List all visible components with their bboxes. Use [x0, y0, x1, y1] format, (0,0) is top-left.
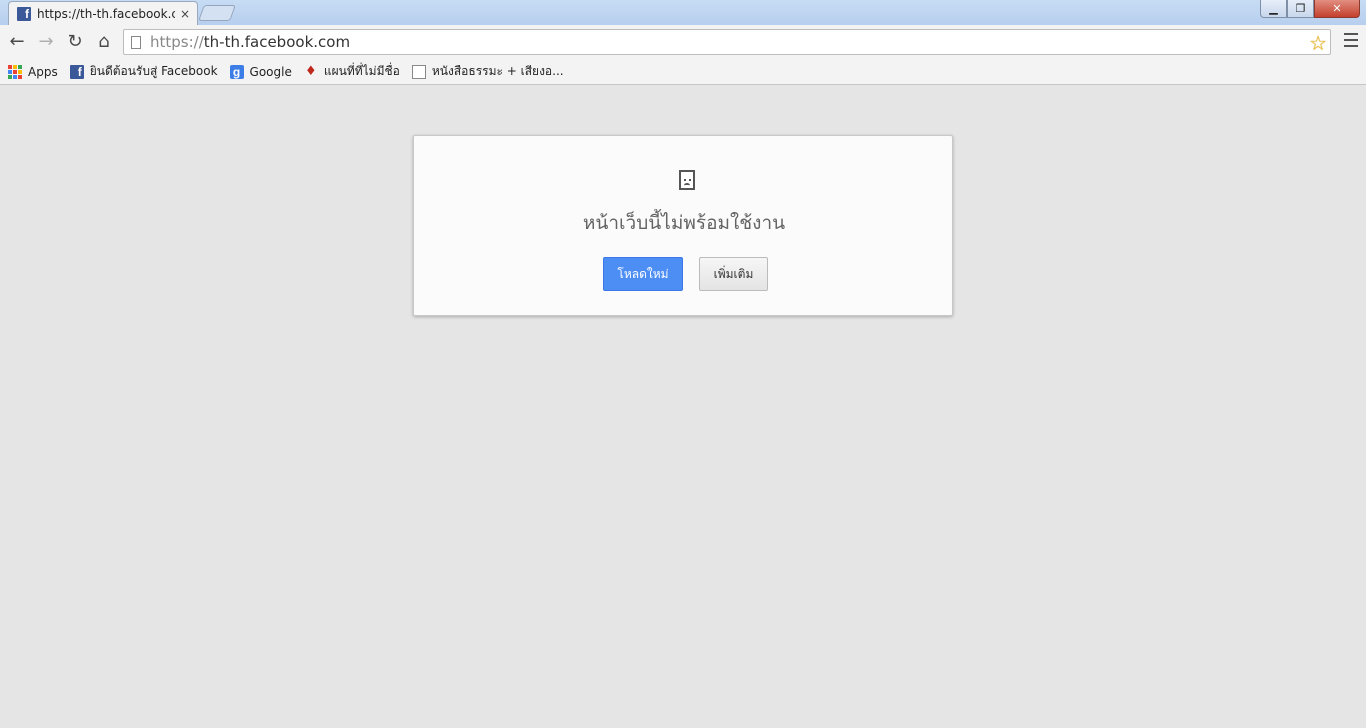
- bookmark-label: หนังสือธรรมะ + เสียงอ...: [431, 64, 564, 78]
- url-scheme: https://: [150, 33, 204, 51]
- sad-page-icon: [679, 170, 695, 190]
- url-host: th-th.facebook.com: [203, 33, 351, 51]
- bookmark-google[interactable]: g Google: [229, 64, 292, 79]
- bookmark-apps[interactable]: Apps: [8, 64, 58, 79]
- reload-page-button[interactable]: โหลดใหม่: [603, 257, 683, 291]
- url-text[interactable]: https://th-th.facebook.com: [150, 33, 350, 51]
- new-tab-button[interactable]: [198, 5, 236, 21]
- facebook-favicon-icon: f: [17, 6, 31, 21]
- close-window-button[interactable]: ✕: [1314, 0, 1360, 18]
- maximize-button[interactable]: ❐: [1287, 0, 1314, 18]
- google-icon: g: [229, 64, 244, 79]
- bookmark-dhamma-books[interactable]: หนังสือธรรมะ + เสียงอ...: [411, 62, 564, 81]
- facebook-icon: f: [69, 64, 84, 79]
- bookmark-star-icon[interactable]: ☆: [1309, 31, 1327, 55]
- page-icon: [411, 64, 426, 79]
- more-details-button[interactable]: เพิ่มเติม: [699, 257, 768, 291]
- address-bar[interactable]: https://th-th.facebook.com ☆: [123, 29, 1331, 55]
- reload-button[interactable]: ↻: [64, 30, 86, 52]
- chrome-menu-icon[interactable]: [1344, 33, 1358, 47]
- home-button[interactable]: ⌂: [93, 30, 115, 52]
- apps-grid-icon: [8, 64, 22, 79]
- minimize-button[interactable]: ▁: [1260, 0, 1287, 18]
- browser-tab[interactable]: f https://th-th.facebook.com ×: [8, 1, 198, 25]
- tab-close-icon[interactable]: ×: [179, 7, 191, 21]
- window-controls: ▁ ❐ ✕: [1260, 0, 1360, 18]
- error-title: หน้าเว็บนี้ไม่พร้อมใช้งาน: [582, 212, 786, 234]
- page-icon: [131, 35, 141, 49]
- back-button[interactable]: ←: [6, 30, 28, 52]
- browser-toolbar: ← → ↻ ⌂ https://th-th.facebook.com ☆: [0, 25, 1366, 59]
- bookmark-label: Google: [249, 64, 292, 79]
- bookmark-label: ยินดีต้อนรับสู่ Facebook: [89, 64, 218, 78]
- forward-button[interactable]: →: [35, 30, 57, 52]
- bookmarks-bar: Apps f ยินดีต้อนรับสู่ Facebook g Google…: [0, 59, 1366, 85]
- title-bar: f https://th-th.facebook.com × ▁ ❐ ✕: [0, 0, 1366, 25]
- error-card: หน้าเว็บนี้ไม่พร้อมใช้งาน โหลดใหม่ เพิ่ม…: [413, 135, 953, 316]
- bookmark-label: แผนที่ที่ไม่มีชื่อ: [323, 64, 400, 78]
- tab-title: https://th-th.facebook.com: [37, 6, 176, 21]
- bookmark-label: Apps: [28, 64, 58, 79]
- bookmark-untitled-map[interactable]: ♦ แผนที่ที่ไม่มีชื่อ: [304, 62, 400, 81]
- map-pin-icon: ♦: [305, 64, 317, 79]
- bookmark-facebook[interactable]: f ยินดีต้อนรับสู่ Facebook: [69, 62, 218, 81]
